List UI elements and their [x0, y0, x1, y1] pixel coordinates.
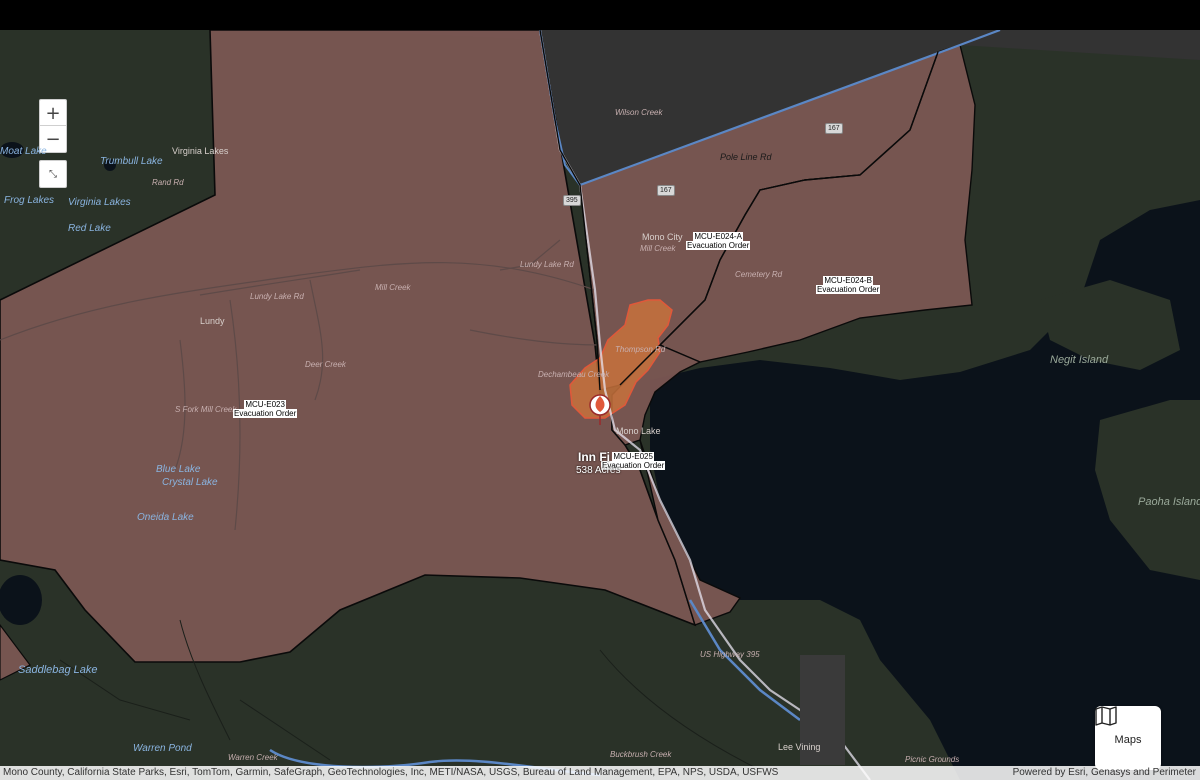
label-lundy-lake-rd: Lundy Lake Rd: [250, 292, 304, 301]
zone-id: MCU-E023: [244, 400, 286, 409]
shield-167-west: 167: [657, 185, 675, 196]
label-dechambeau-creek: Dechambeau Creek: [538, 370, 610, 379]
label-lee-vining: Lee Vining: [778, 742, 821, 752]
label-buckbrush-creek: Buckbrush Creek: [610, 750, 672, 759]
label-crystal-lake: Crystal Lake: [162, 477, 218, 488]
label-blue-lake: Blue Lake: [156, 464, 201, 475]
zone-label-e024a[interactable]: MCU-E024-A Evacuation Order: [686, 232, 751, 250]
label-rand-rd: Rand Rd: [152, 178, 184, 187]
label-cemetery-rd: Cemetery Rd: [735, 270, 783, 279]
zone-id: MCU-E024-B: [823, 276, 873, 285]
label-paoha-island: Paoha Island: [1138, 496, 1200, 508]
label-mill-creek: Mill Creek: [375, 283, 411, 292]
label-oneida-lake: Oneida Lake: [137, 512, 194, 523]
label-red-lake: Red Lake: [68, 223, 111, 234]
saddlebag-lake-shape: [0, 575, 42, 625]
zone-id: MCU-E025: [612, 452, 654, 461]
label-mill-creek-2: Mill Creek: [640, 244, 676, 253]
label-us-highway-395: US Highway 395: [700, 650, 760, 659]
attribution-powered-by[interactable]: Powered by Esri, Genasys and Perimeter: [1013, 766, 1196, 780]
label-warren-creek: Warren Creek: [228, 753, 278, 762]
label-saddlebag-lake: Saddlebag Lake: [18, 664, 98, 676]
maps-button-label: Maps: [1114, 734, 1142, 746]
label-lundy: Lundy: [200, 316, 225, 326]
zone-status: Evacuation Order: [816, 285, 881, 294]
map-icon: [1095, 706, 1117, 726]
attribution-sources[interactable]: Mono County, California State Parks, Esr…: [3, 766, 778, 780]
zone-label-e024b[interactable]: MCU-E024-B Evacuation Order: [816, 276, 881, 294]
maps-button[interactable]: Maps: [1095, 706, 1161, 770]
label-wilson-creek: Wilson Creek: [615, 108, 663, 117]
label-s-fork-mill-creek: S Fork Mill Creek: [175, 405, 237, 414]
label-moat-lake: Moat Lake: [0, 146, 47, 157]
zone-label-e023[interactable]: MCU-E023 Evacuation Order: [233, 400, 298, 418]
label-mono-lake: Mono Lake: [616, 426, 661, 436]
label-lundy-lake-rd-2: Lundy Lake Rd: [520, 260, 574, 269]
label-picnic-grounds: Picnic Grounds: [905, 755, 960, 764]
label-thompson-rd: Thompson Rd: [615, 345, 666, 354]
zoom-in-button[interactable]: +: [39, 99, 67, 126]
shield-167-east: 167: [825, 123, 843, 134]
label-warren-pond: Warren Pond: [133, 743, 192, 754]
collapse-icon[interactable]: ⤡: [39, 160, 67, 188]
label-virginia-lakes-town: Virginia Lakes: [172, 146, 229, 156]
label-deer-creek: Deer Creek: [305, 360, 346, 369]
label-pole-line-rd: Pole Line Rd: [720, 152, 772, 162]
top-bar: [0, 0, 1200, 30]
zone-status: Evacuation Order: [233, 409, 298, 418]
zone-id: MCU-E024-A: [693, 232, 743, 241]
fire-name[interactable]: Inn Fi: [578, 450, 610, 464]
label-frog-lakes: Frog Lakes: [4, 195, 55, 206]
fire-acres: 538 Acres: [576, 465, 621, 476]
label-virginia-lakes: Virginia Lakes: [68, 197, 131, 208]
label-mono-city: Mono City: [642, 232, 683, 242]
shield-395: 395: [563, 195, 581, 206]
attribution-bar: Mono County, California State Parks, Esr…: [0, 766, 1200, 780]
label-negit-island: Negit Island: [1050, 354, 1109, 366]
label-trumbull-lake: Trumbull Lake: [100, 156, 163, 167]
zone-status: Evacuation Order: [686, 241, 751, 250]
map-view[interactable]: + − ⤡ Moat Lake Trumbull Lake Virginia L…: [0, 30, 1200, 780]
